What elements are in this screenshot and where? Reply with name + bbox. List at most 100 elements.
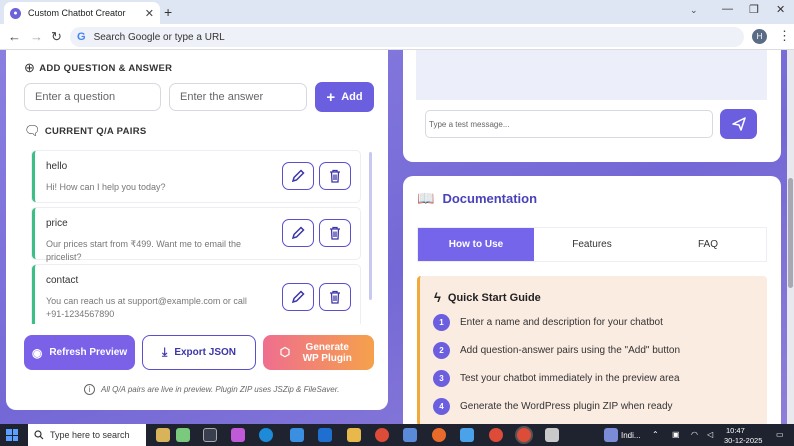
package-icon: ⬡ bbox=[279, 345, 291, 359]
search-icon bbox=[34, 430, 44, 440]
trash-icon bbox=[330, 226, 340, 240]
forward-arrow-icon[interactable]: → bbox=[30, 29, 43, 44]
qa-answer: You can reach us at support@example.com … bbox=[46, 296, 247, 319]
notification-icon[interactable]: ▭ bbox=[776, 430, 784, 439]
delete-pair-button[interactable] bbox=[319, 219, 351, 247]
question-input[interactable] bbox=[24, 83, 161, 111]
firefox-icon[interactable] bbox=[432, 428, 446, 442]
documentation-title: 📖 Documentation bbox=[417, 190, 538, 206]
send-icon bbox=[731, 117, 746, 131]
pencil-icon bbox=[291, 169, 305, 183]
pinned-app-icon[interactable] bbox=[231, 428, 245, 442]
taskbar-search-placeholder: Type here to search bbox=[50, 430, 130, 440]
pinned-app-icon[interactable] bbox=[403, 428, 417, 442]
weather-widget-icon[interactable] bbox=[156, 428, 170, 442]
page-scrollbar-thumb[interactable] bbox=[788, 178, 793, 288]
back-arrow-icon[interactable]: ← bbox=[8, 29, 21, 44]
tab-how-to-use[interactable]: How to Use bbox=[418, 228, 534, 261]
tab-search-chevron-icon[interactable]: ⌄ bbox=[690, 5, 698, 16]
trash-icon bbox=[330, 290, 340, 304]
info-icon: i bbox=[84, 384, 95, 395]
pencil-icon bbox=[291, 290, 305, 304]
tab-faq[interactable]: FAQ bbox=[650, 228, 766, 261]
chrome-icon[interactable] bbox=[375, 428, 389, 442]
delete-pair-button[interactable] bbox=[319, 283, 351, 311]
guide-step: 2 Add question-answer pairs using the "A… bbox=[433, 342, 680, 359]
pinned-app-icon[interactable] bbox=[545, 428, 559, 442]
pinned-app-icon[interactable] bbox=[460, 428, 474, 442]
window-close-icon[interactable]: ✕ bbox=[776, 3, 785, 16]
clock-date[interactable]: 30-12-2025 bbox=[724, 436, 762, 445]
bolt-icon: ϟ bbox=[434, 290, 441, 305]
google-icon: G bbox=[77, 31, 86, 43]
step-number: 4 bbox=[433, 398, 450, 415]
delete-pair-button[interactable] bbox=[319, 162, 351, 190]
volume-icon[interactable]: ◁ bbox=[707, 430, 713, 439]
clock-time[interactable]: 10:47 bbox=[726, 426, 745, 435]
task-view-icon[interactable] bbox=[203, 428, 217, 442]
qa-question: hello bbox=[46, 161, 68, 172]
guide-step: 3 Test your chatbot immediately in the p… bbox=[433, 370, 680, 387]
edit-pair-button[interactable] bbox=[282, 162, 314, 190]
quick-start-guide: ϟ Quick Start Guide 1 Enter a name and d… bbox=[417, 276, 767, 424]
tab-features[interactable]: Features bbox=[534, 228, 650, 261]
qa-pair-hello: hello Hi! How can I help you today? bbox=[32, 151, 360, 202]
qa-question: contact bbox=[46, 275, 79, 286]
qa-pair-contact: contact You can reach us at support@exam… bbox=[32, 265, 360, 324]
pinned-app-icon[interactable] bbox=[176, 428, 190, 442]
edit-pair-button[interactable] bbox=[282, 283, 314, 311]
tray-chevron-icon[interactable]: ⌃ bbox=[652, 430, 659, 439]
chatbot-favicon-icon: ● bbox=[10, 7, 21, 19]
pencil-icon bbox=[291, 226, 305, 240]
chrome-active-icon[interactable] bbox=[517, 428, 531, 442]
guide-step: 1 Enter a name and description for your … bbox=[433, 314, 663, 331]
step-number: 1 bbox=[433, 314, 450, 331]
plus-icon: + bbox=[326, 88, 336, 106]
reload-icon[interactable]: ↻ bbox=[51, 29, 62, 45]
edge-icon[interactable] bbox=[259, 428, 273, 442]
guide-step: 4 Generate the WordPress plugin ZIP when… bbox=[433, 398, 673, 415]
tray-app-icon[interactable]: ▣ bbox=[672, 430, 680, 439]
browser-menu-icon[interactable]: ⋮ bbox=[778, 28, 791, 44]
profile-avatar[interactable]: H bbox=[752, 29, 767, 44]
address-bar: ← → ↻ G Search Google or type a URL H ⋮ bbox=[0, 24, 794, 50]
windows-taskbar: Type here to search Indi... ⌃ ▣ ◠ ◁ 10:4… bbox=[0, 424, 794, 446]
export-json-button[interactable]: ⤓ Export JSON bbox=[142, 335, 256, 370]
pinned-app-icon[interactable] bbox=[318, 428, 332, 442]
send-button[interactable] bbox=[720, 109, 757, 139]
store-icon[interactable] bbox=[290, 428, 304, 442]
step-number: 3 bbox=[433, 370, 450, 387]
page-viewport: ⊕ ADD QUESTION & ANSWER + Add 🗨 CURRENT … bbox=[0, 50, 794, 424]
generate-wp-plugin-button[interactable]: ⬡ Generate WP Plugin bbox=[263, 335, 374, 370]
browser-tab[interactable]: ● Custom Chatbot Creator ✕ bbox=[4, 2, 160, 24]
current-pairs-heading: 🗨 CURRENT Q/A PAIRS bbox=[24, 123, 147, 138]
tab-close-icon[interactable]: ✕ bbox=[145, 7, 154, 20]
file-explorer-icon[interactable] bbox=[347, 428, 361, 442]
qa-answer: Hi! How can I help you today? bbox=[46, 182, 166, 192]
minimize-icon[interactable]: — bbox=[722, 3, 733, 15]
book-icon: 📖 bbox=[417, 190, 435, 206]
add-pair-button[interactable]: + Add bbox=[315, 82, 374, 112]
windows-start-icon[interactable] bbox=[6, 429, 18, 441]
wifi-icon[interactable]: ◠ bbox=[691, 430, 698, 439]
answer-input[interactable] bbox=[169, 83, 307, 111]
taskbar-search[interactable]: Type here to search bbox=[28, 424, 146, 446]
chrome-icon[interactable] bbox=[489, 428, 503, 442]
preview-footnote: i All Q/A pairs are live in preview. Plu… bbox=[84, 384, 339, 395]
tab-strip: ● Custom Chatbot Creator ✕ + ⌄ — ❐ ✕ bbox=[0, 0, 794, 24]
edit-pair-button[interactable] bbox=[282, 219, 314, 247]
refresh-preview-button[interactable]: ◉ Refresh Preview bbox=[24, 335, 135, 370]
omnibox[interactable]: G Search Google or type a URL bbox=[70, 27, 744, 47]
download-icon: ⤓ bbox=[162, 345, 168, 359]
tab-title: Custom Chatbot Creator bbox=[28, 8, 126, 18]
maximize-icon[interactable]: ❐ bbox=[749, 3, 759, 16]
omnibox-placeholder: Search Google or type a URL bbox=[93, 31, 225, 43]
qa-question: price bbox=[46, 218, 68, 229]
plus-circle-icon: ⊕ bbox=[24, 60, 36, 75]
qa-list-scrollbar[interactable] bbox=[369, 152, 372, 300]
new-tab-button[interactable]: + bbox=[164, 4, 172, 20]
qa-pair-price: price Our prices start from ₹499. Want m… bbox=[32, 208, 360, 262]
test-message-input[interactable] bbox=[425, 110, 713, 138]
qa-list[interactable]: hello Hi! How can I help you today? pric… bbox=[24, 148, 374, 324]
qa-answer: Our prices start from ₹499. Want me to e… bbox=[46, 239, 241, 262]
